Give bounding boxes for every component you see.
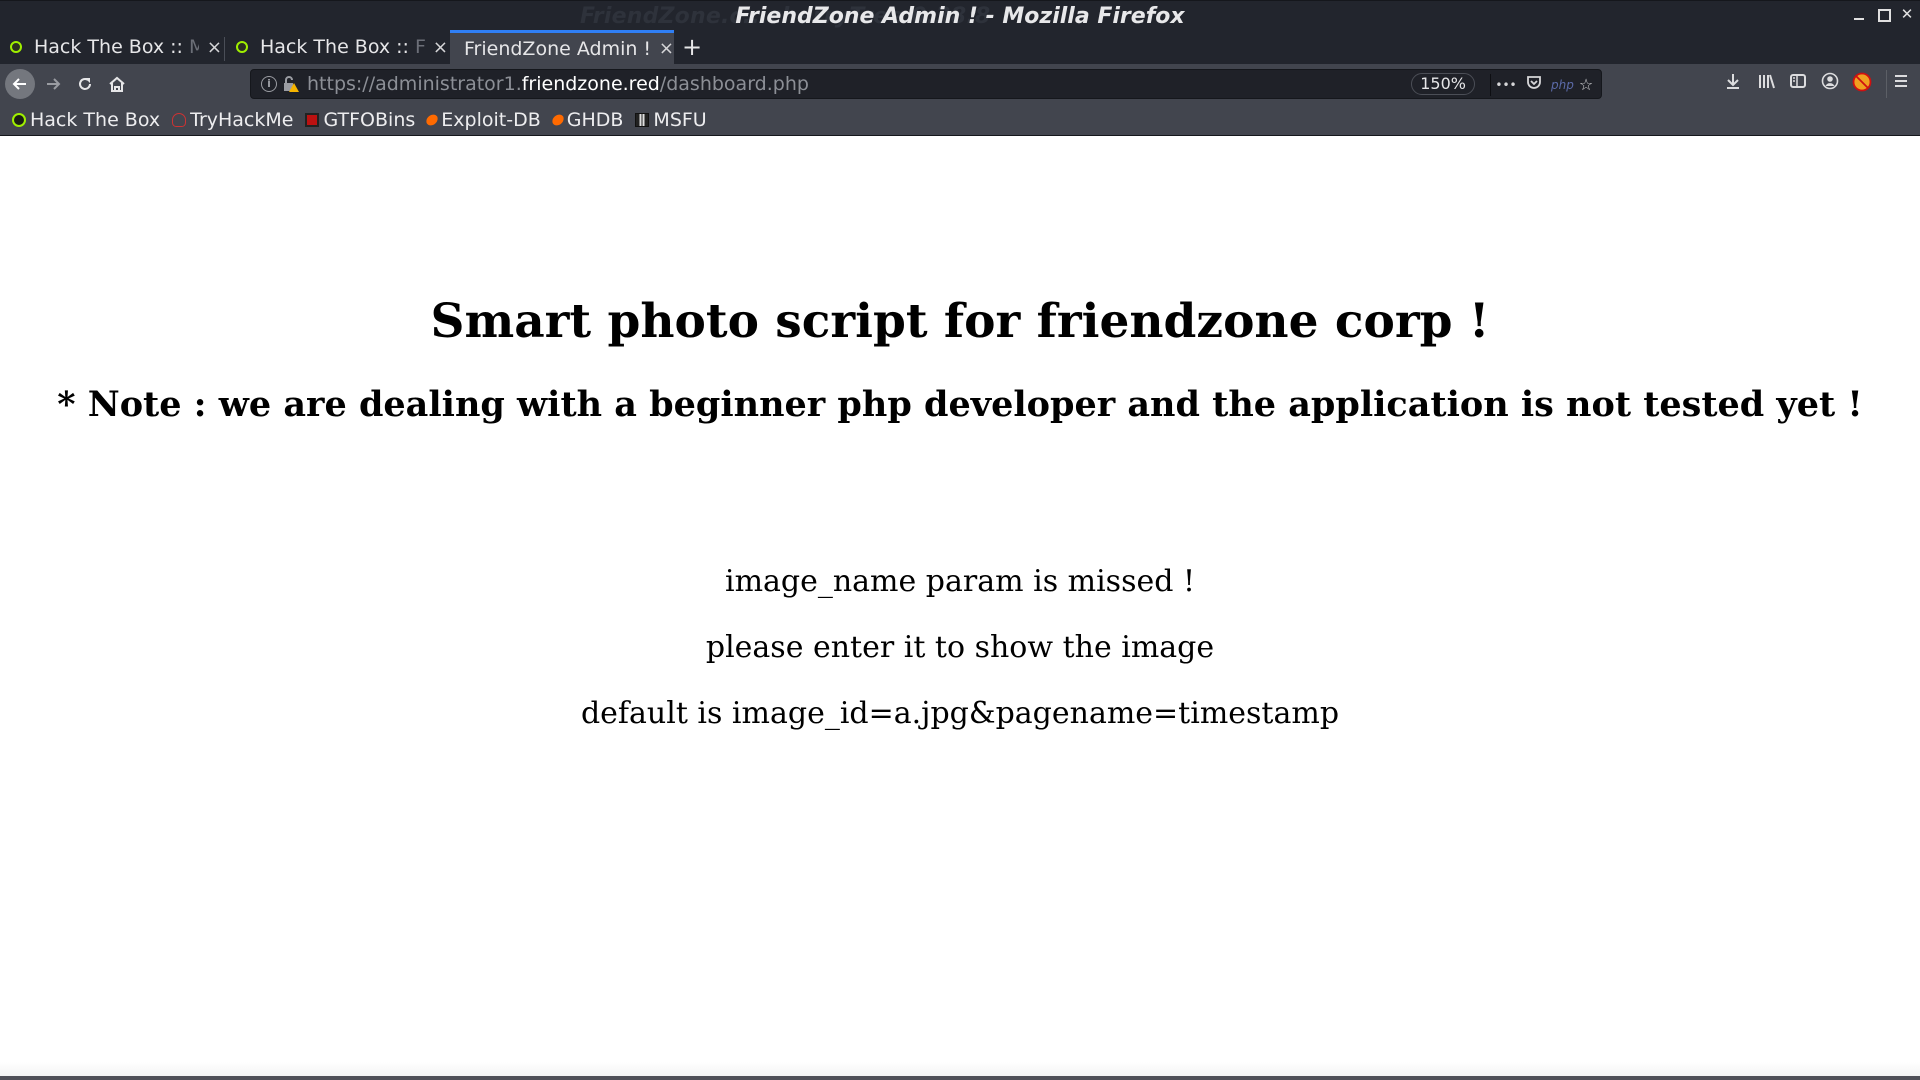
reload-button[interactable] [70, 69, 100, 99]
tab-friendzone-admin[interactable]: FriendZone Admin ! × [450, 30, 674, 64]
arrow-right-icon [47, 78, 61, 90]
tab-label: Hack The Box :: F [260, 36, 425, 58]
forward-button[interactable] [38, 69, 68, 99]
tab-close-icon[interactable]: × [659, 38, 674, 59]
bookmark-label: TryHackMe [190, 108, 294, 131]
home-button[interactable] [102, 69, 132, 99]
hackthebox-icon [236, 41, 248, 53]
reload-icon [79, 78, 91, 90]
window-title: FriendZone Admin ! - Mozilla Firefox [735, 4, 1185, 29]
metasploit-icon [635, 112, 650, 127]
bookmark-label: Exploit-DB [441, 108, 541, 131]
page-bottom-shade [0, 1062, 1920, 1076]
hamburger-menu-icon[interactable] [1889, 72, 1913, 96]
new-tab-button[interactable]: + [682, 30, 702, 64]
exploitdb-icon [424, 111, 440, 128]
tab-hackthebox-1[interactable]: Hack The Box :: M × [0, 30, 222, 64]
bookmark-exploitdb[interactable]: Exploit-DB [424, 108, 541, 131]
nav-toolbar: i https://administrator1.friendzone.red/… [0, 64, 1920, 104]
downloads-icon[interactable] [1721, 72, 1745, 96]
bookmark-gtfobins[interactable]: GTFOBins [305, 109, 415, 131]
exploitdb-icon [550, 111, 566, 128]
library-icon[interactable] [1754, 72, 1778, 96]
url-bar[interactable]: i https://administrator1.friendzone.red/… [250, 69, 1602, 99]
tab-close-icon[interactable]: × [433, 37, 448, 58]
page-content: Smart photo script for friendzone corp !… [0, 137, 1920, 1077]
window-titlebar: FriendZone.c...cherryTree 0.38.8 FriendZ… [0, 0, 1920, 30]
bookmarks-bar: Hack The Box TryHackMe GTFOBins Exploit-… [0, 104, 1920, 136]
info-icon[interactable]: i [261, 76, 277, 92]
bookmark-msfu[interactable]: MSFU [635, 108, 707, 131]
zoom-level-button[interactable]: 150% [1411, 73, 1475, 95]
url-bar-divider [1490, 74, 1491, 96]
window-bottom-border [0, 1076, 1920, 1080]
bookmark-label: GHDB [566, 108, 624, 131]
instruction-message: please enter it to show the image [705, 630, 1215, 665]
window-controls: ✕ [1852, 7, 1914, 22]
tab-label: Hack The Box :: M [34, 36, 199, 58]
page-heading: Smart photo script for friendzone corp ! [430, 294, 1490, 349]
php-extension-icon[interactable]: php [1551, 74, 1574, 96]
page-actions-icon[interactable]: ••• [1495, 74, 1517, 96]
maximize-button[interactable] [1876, 7, 1891, 22]
tab-hackthebox-2[interactable]: Hack The Box :: F × [226, 30, 448, 64]
hackthebox-icon [12, 112, 26, 127]
account-icon[interactable] [1818, 72, 1842, 96]
tryhackme-icon [172, 112, 187, 127]
insecure-lock-icon[interactable] [283, 75, 299, 93]
tab-strip: Hack The Box :: M × Hack The Box :: F × … [0, 30, 1920, 64]
bookmark-tryhackme[interactable]: TryHackMe [172, 109, 293, 131]
back-button[interactable] [5, 69, 35, 99]
toolbar-separator [1886, 70, 1887, 98]
extension-disabled-icon[interactable] [1850, 72, 1874, 96]
page-note: * Note : we are dealing with a beginner … [57, 384, 1863, 425]
sidebar-icon[interactable] [1786, 72, 1810, 96]
bookmark-label: MSFU [653, 108, 707, 131]
pocket-icon[interactable] [1523, 74, 1545, 96]
tab-close-icon[interactable]: × [207, 37, 222, 58]
gtfobins-icon [305, 112, 320, 127]
home-icon [109, 76, 125, 92]
bookmark-label: Hack The Box [30, 108, 161, 131]
hackthebox-icon [10, 41, 22, 53]
tab-separator [224, 37, 225, 61]
bookmark-star-icon[interactable]: ☆ [1575, 74, 1597, 96]
bookmark-label: GTFOBins [323, 108, 416, 131]
close-window-button[interactable]: ✕ [1900, 7, 1914, 22]
bookmark-hackthebox[interactable]: Hack The Box [12, 109, 160, 131]
arrow-left-icon [12, 78, 26, 90]
default-params-message: default is image_id=a.jpg&pagename=times… [580, 696, 1340, 731]
error-message: image_name param is missed ! [724, 564, 1196, 599]
bookmark-ghdb[interactable]: GHDB [550, 108, 624, 131]
minimize-button[interactable] [1852, 7, 1866, 21]
url-text[interactable]: https://administrator1.friendzone.red/da… [307, 73, 809, 95]
tab-label: FriendZone Admin ! [464, 37, 651, 60]
